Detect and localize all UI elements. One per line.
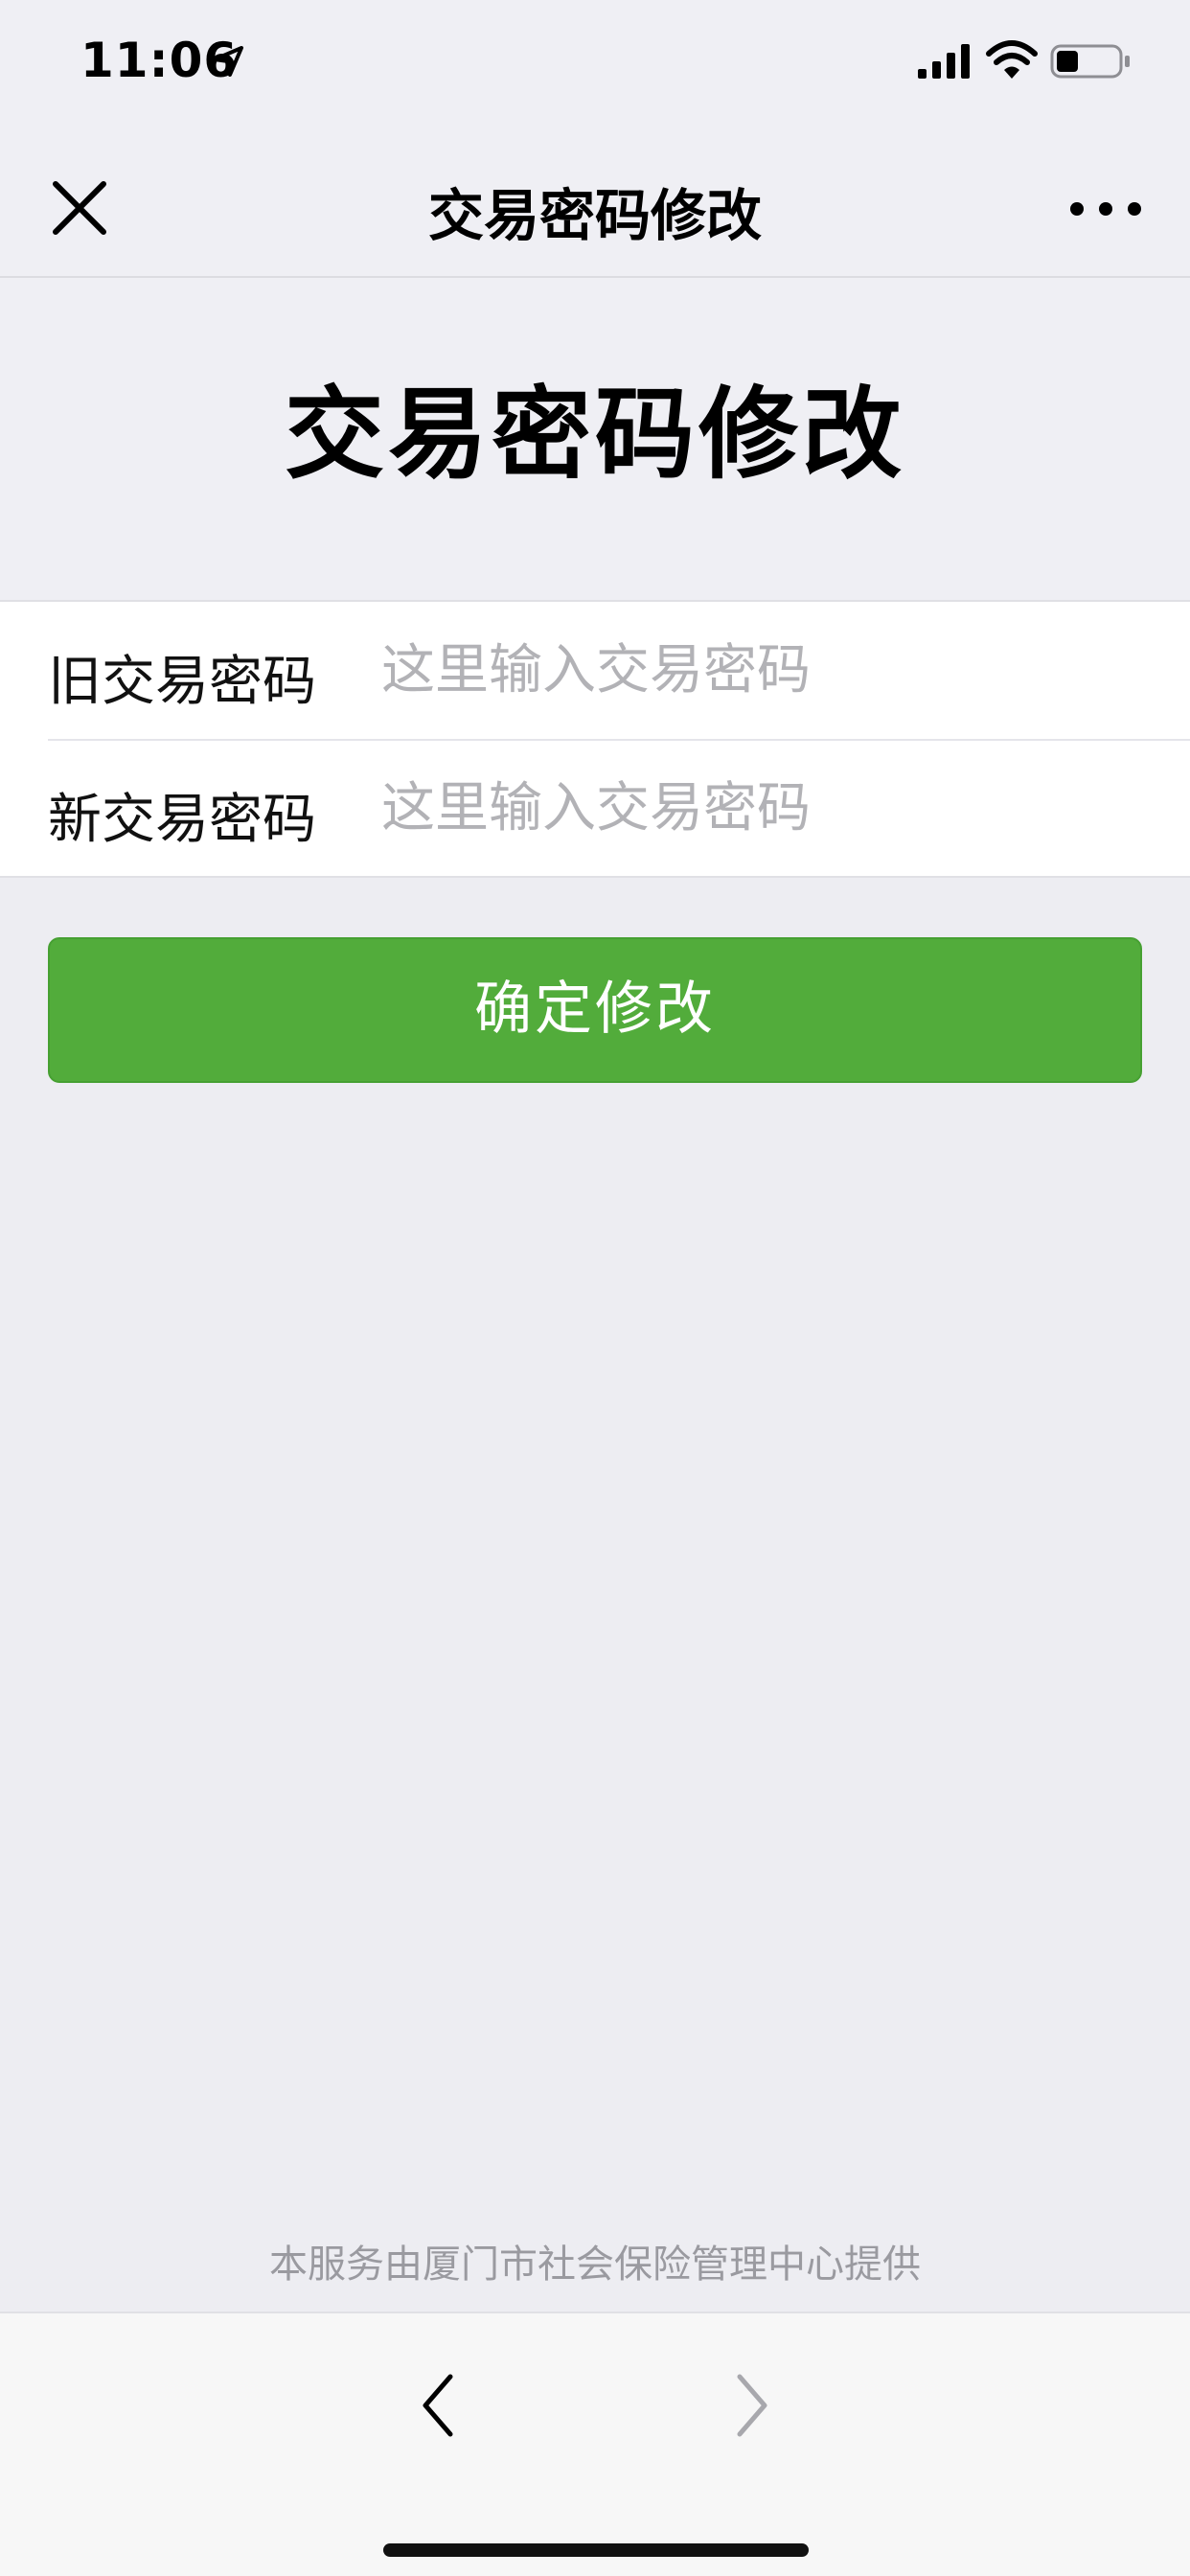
battery-icon bbox=[1050, 44, 1130, 79]
wifi-icon bbox=[986, 40, 1038, 79]
status-bar: 11:06 bbox=[0, 0, 1190, 126]
password-form: 旧交易密码 新交易密码 bbox=[0, 600, 1190, 878]
bottom-toolbar bbox=[0, 2312, 1190, 2576]
old-password-input[interactable] bbox=[381, 627, 1148, 713]
location-arrow-icon bbox=[213, 46, 243, 77]
old-password-row: 旧交易密码 bbox=[0, 602, 1190, 741]
cellular-signal-icon bbox=[918, 44, 970, 79]
new-password-row: 新交易密码 bbox=[0, 740, 1190, 878]
new-password-input[interactable] bbox=[381, 765, 1148, 851]
nav-title: 交易密码修改 bbox=[427, 183, 762, 248]
nav-bar: 交易密码修改 bbox=[0, 126, 1190, 278]
chevron-right-icon[interactable] bbox=[728, 2367, 776, 2444]
page-header: 交易密码修改 bbox=[0, 278, 1190, 600]
page-title: 交易密码修改 bbox=[284, 376, 905, 493]
service-provider-note: 本服务由厦门市社会保险管理中心提供 bbox=[269, 2242, 921, 2287]
home-indicator[interactable] bbox=[383, 2543, 809, 2557]
old-password-label: 旧交易密码 bbox=[48, 651, 316, 713]
more-icon[interactable] bbox=[1067, 190, 1144, 228]
confirm-change-button[interactable]: 确定修改 bbox=[48, 937, 1142, 1083]
chevron-left-icon[interactable] bbox=[414, 2367, 462, 2444]
new-password-label: 新交易密码 bbox=[48, 789, 316, 851]
